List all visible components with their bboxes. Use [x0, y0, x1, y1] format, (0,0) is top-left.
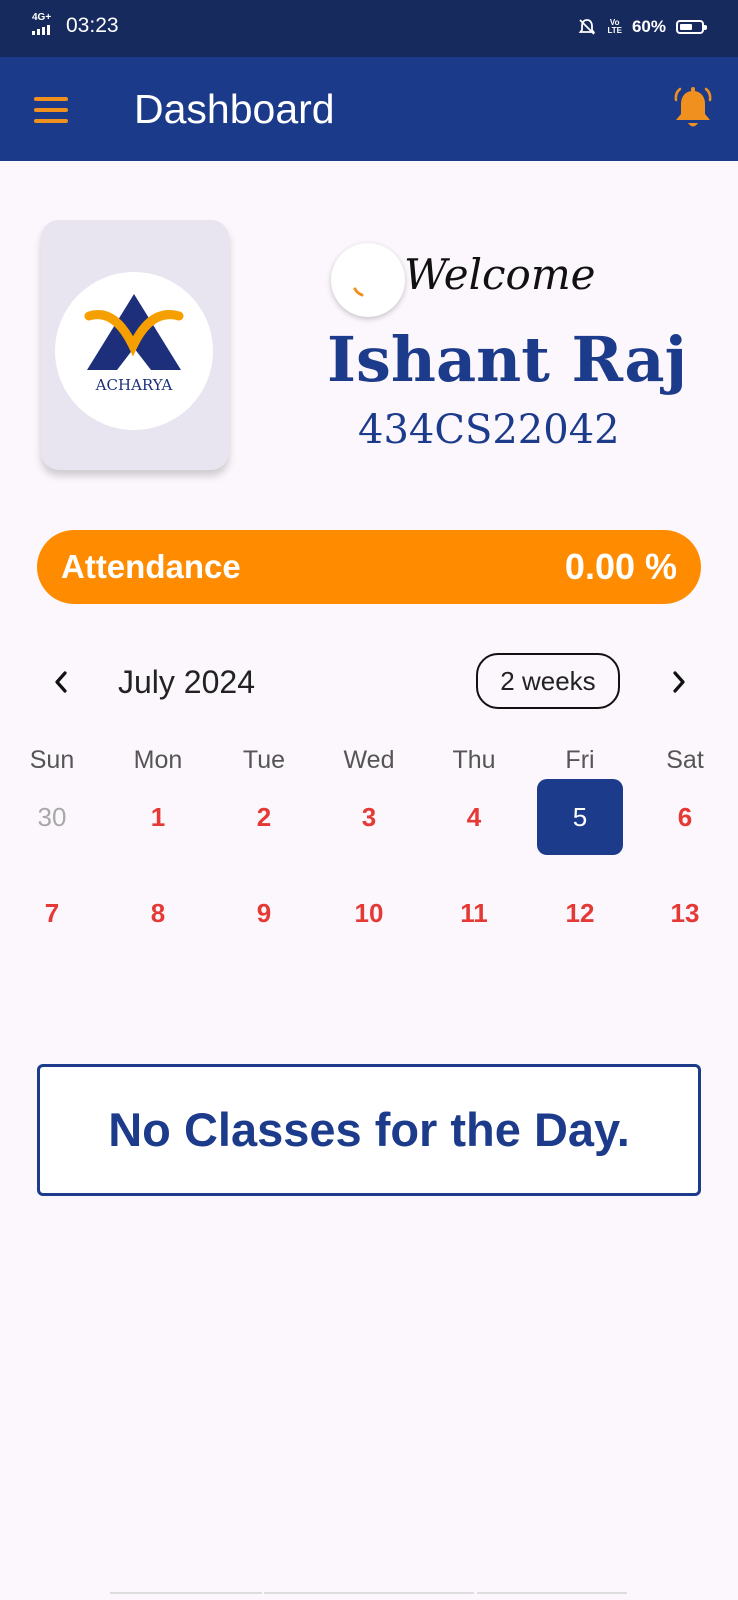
battery-percent: 60% — [631, 17, 666, 36]
network-type: 4G+ — [32, 12, 52, 23]
hamburger-menu-icon[interactable] — [34, 97, 68, 123]
weekday-label: Wed — [343, 746, 395, 774]
volte-bottom-label: LTE — [607, 26, 622, 35]
bottom-divider — [264, 1592, 474, 1594]
college-logo: ACHARYA — [55, 272, 213, 430]
calendar-day[interactable]: 3 — [326, 779, 412, 855]
calendar-day[interactable]: 6 — [642, 779, 728, 855]
calendar-format-button[interactable]: 2 weeks — [476, 653, 620, 709]
calendar-month: July 2024 — [118, 664, 255, 700]
weekday-label: Sat — [666, 746, 704, 774]
status-bar: 4G+ 03:23 Vo LTE 60% — [0, 0, 738, 57]
chevron-right-icon[interactable] — [664, 668, 692, 696]
weekday-header: Sun Mon Tue Wed Thu Fri Sat — [0, 740, 738, 780]
calendar-day[interactable]: 7 — [9, 875, 95, 951]
no-classes-message: No Classes for the Day. — [37, 1064, 701, 1196]
weekday-label: Fri — [565, 746, 595, 774]
calendar-day[interactable]: 13 — [642, 875, 728, 951]
app-bar: Dashboard — [0, 57, 738, 161]
calendar-day[interactable]: 10 — [326, 875, 412, 951]
mute-bell-icon — [579, 19, 596, 35]
volte-icon: Vo LTE — [607, 19, 622, 35]
weekday-label: Sun — [29, 746, 75, 774]
bottom-divider — [477, 1592, 627, 1594]
bell-icon[interactable] — [672, 87, 714, 131]
status-right: Vo LTE 60% — [577, 14, 707, 40]
weekday-label: Tue — [242, 746, 286, 774]
weekday-label: Thu — [452, 746, 496, 774]
student-name: Ishant Raj — [327, 323, 688, 396]
calendar-day[interactable]: 4 — [431, 779, 517, 855]
acharya-logo-icon: ACHARYA — [84, 294, 184, 394]
weekday-label: Mon — [133, 746, 183, 774]
calendar-day[interactable]: 30 — [9, 779, 95, 855]
calendar-day[interactable]: 2 — [221, 779, 307, 855]
calendar-day[interactable]: 8 — [115, 875, 201, 951]
logo-text: ACHARYA — [95, 376, 173, 394]
signal-indicator: 4G+ — [32, 13, 62, 35]
page-title: Dashboard — [134, 86, 335, 132]
signal-icon — [32, 25, 50, 35]
calendar-day[interactable]: 11 — [431, 875, 517, 951]
battery-icon — [676, 20, 707, 34]
student-usn: 434CS22042 — [358, 407, 620, 453]
calendar-day-selected[interactable]: 5 — [537, 779, 623, 855]
loading-spinner — [331, 243, 405, 317]
status-time: 03:23 — [66, 14, 119, 37]
welcome-text: Welcome — [404, 250, 596, 299]
calendar-day[interactable]: 1 — [115, 779, 201, 855]
attendance-value: 0.00 % — [564, 546, 677, 587]
calendar-day[interactable]: 9 — [221, 875, 307, 951]
calendar-day[interactable]: 12 — [537, 875, 623, 951]
attendance-bar[interactable]: Attendance 0.00 % — [37, 530, 701, 604]
battery-fill — [680, 24, 692, 30]
attendance-label: Attendance — [61, 548, 241, 585]
bottom-divider — [110, 1592, 262, 1594]
chevron-left-icon[interactable] — [48, 668, 76, 696]
college-logo-card: ACHARYA — [41, 220, 229, 470]
spinner-icon — [353, 287, 364, 297]
